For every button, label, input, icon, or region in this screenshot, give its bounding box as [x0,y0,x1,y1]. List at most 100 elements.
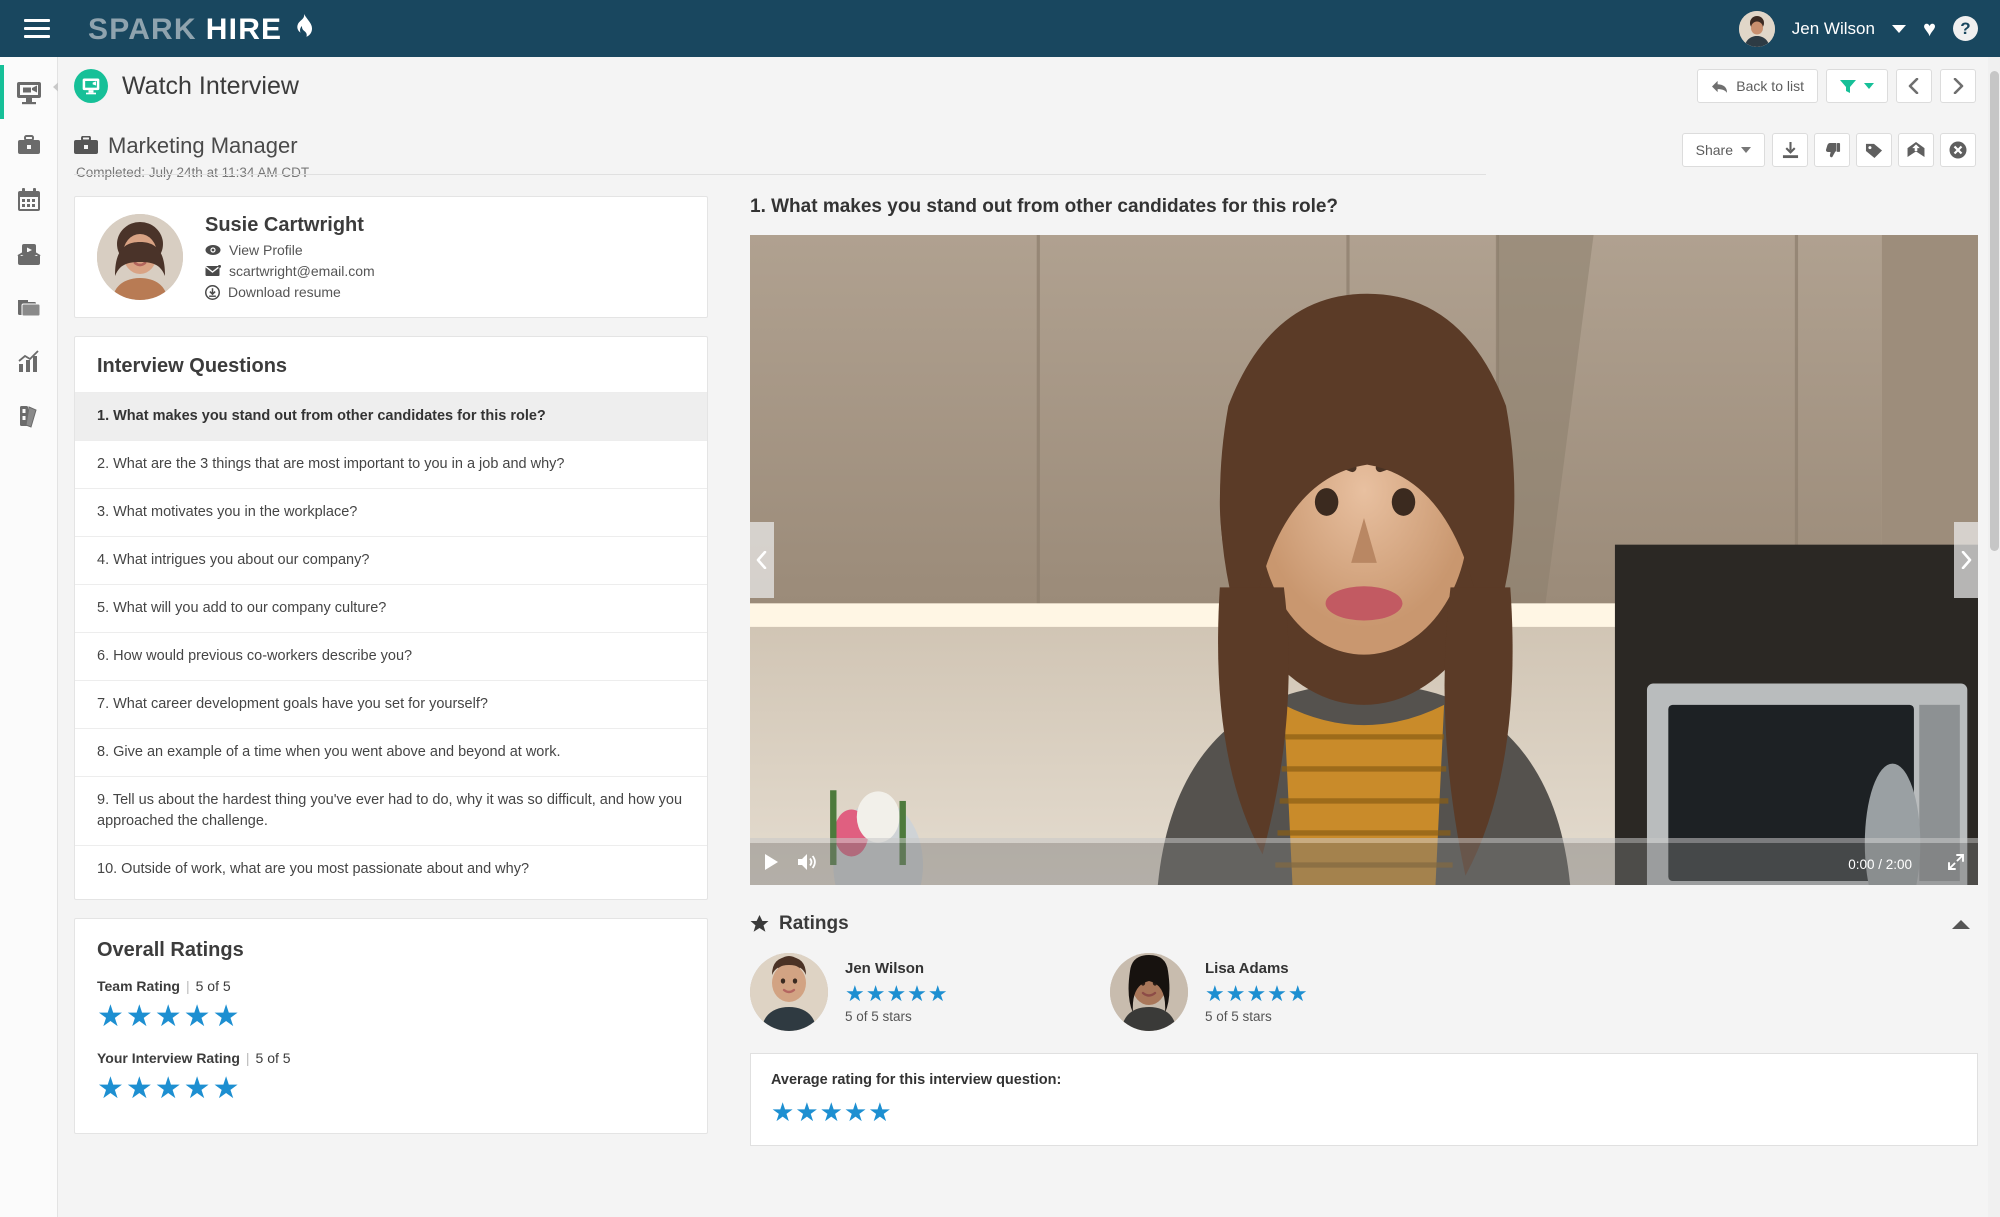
team-rating-stars: ★★★★★ [97,998,685,1036]
rater-name: Jen Wilson [845,960,949,977]
envelope-icon [1907,142,1925,158]
question-list-item[interactable]: 7. What career development goals have yo… [75,680,707,728]
question-list-item[interactable]: 1. What makes you stand out from other c… [75,392,707,440]
main-content: Watch Interview Back to list [58,57,2000,1217]
average-rating-box: Average rating for this interview questi… [750,1053,1978,1146]
average-rating-stars: ★★★★★ [771,1096,1957,1129]
eye-icon [205,244,221,256]
send-email-button[interactable] [1898,133,1934,167]
question-list-item[interactable]: 10. Outside of work, what are you most p… [75,845,707,893]
download-circle-icon [205,285,220,300]
envelope-icon [205,265,221,277]
video-progress-bar[interactable] [750,838,1978,843]
user-name-label: Jen Wilson [1792,19,1875,39]
briefcase-icon [74,136,98,157]
question-list-item[interactable]: 9. Tell us about the hardest thing you'v… [75,776,707,845]
chevron-down-icon [1741,147,1751,153]
watch-interview-icon [74,69,108,103]
overall-ratings-heading: Overall Ratings [97,939,685,962]
next-interview-button[interactable] [1940,69,1976,103]
view-profile-link[interactable]: View Profile [205,242,375,258]
current-question-heading: 1. What makes you stand out from other c… [750,196,1978,218]
share-button[interactable]: Share [1682,133,1765,167]
back-to-list-label: Back to list [1736,78,1804,94]
right-column: 1. What makes you stand out from other c… [750,196,1978,1146]
sidebar-item-analytics[interactable] [0,335,58,389]
page-header: Watch Interview Back to list [58,57,2000,115]
avatar[interactable] [1739,11,1775,47]
download-icon [1782,142,1799,159]
chevron-down-icon [1864,83,1874,89]
question-list-item[interactable]: 8. Give an example of a time when you we… [75,728,707,776]
question-list-item[interactable]: 4. What intrigues you about our company? [75,536,707,584]
question-list-item[interactable]: 3. What motivates you in the workplace? [75,488,707,536]
logo-spark-text: SPARK [88,13,197,47]
team-rating-value: 5 of 5 [196,978,231,994]
job-actions: Share [1682,133,1976,167]
candidate-email[interactable]: scartwright@email.com [205,263,375,279]
your-rating-stars[interactable]: ★★★★★ [97,1070,685,1108]
logo-hire-text: HIRE [206,13,282,47]
rater-item: Jen Wilson ★★★★★ 5 of 5 stars [750,953,1110,1031]
rater-photo [750,953,828,1031]
job-icon-actions [1772,133,1976,167]
thumbs-down-icon [1824,142,1841,159]
sidebar-item-video-interview[interactable] [0,65,58,119]
sidebar-item-folders[interactable] [0,281,58,335]
view-profile-label: View Profile [229,242,303,258]
star-icon [750,915,769,933]
question-list-item[interactable]: 6. How would previous co-workers describ… [75,632,707,680]
video-player[interactable]: 0:00 / 2:00 [750,235,1978,885]
left-column: Susie Cartwright View Profile scartwrigh… [74,196,708,1134]
page-scrollbar[interactable] [1988,57,2000,1217]
rater-stars[interactable]: ★★★★★ [1205,980,1309,1008]
question-list-item[interactable]: 5. What will you add to our company cult… [75,584,707,632]
spark-hire-logo[interactable]: SPARK HIRE [88,11,316,47]
filter-button[interactable] [1826,69,1888,103]
sidebar-item-calendar[interactable] [0,173,58,227]
overall-ratings-card: Overall Ratings Team Rating|5 of 5 ★★★★★… [74,918,708,1134]
previous-interview-button[interactable] [1896,69,1932,103]
tag-icon [1865,142,1883,159]
video-time-display: 0:00 / 2:00 [1848,857,1912,872]
help-icon[interactable]: ? [1953,16,1978,41]
your-rating-label: Your Interview Rating|5 of 5 [97,1050,685,1066]
job-row: Marketing Manager Completed: July 24th a… [58,115,2000,180]
cancel-icon [1949,141,1967,159]
hamburger-icon[interactable] [8,19,66,38]
job-title-row: Marketing Manager [74,133,309,159]
sidebar-item-inbox-play[interactable] [0,227,58,281]
heart-icon[interactable]: ♥ [1923,18,1936,40]
volume-icon[interactable] [797,853,816,876]
interview-questions-list: 1. What makes you stand out from other c… [75,392,707,893]
rater-item: Lisa Adams ★★★★★ 5 of 5 stars [1110,953,1470,1031]
chevron-down-icon[interactable] [1892,25,1906,33]
download-resume-label: Download resume [228,284,341,300]
job-completed-timestamp: Completed: July 24th at 11:34 AM CDT [76,165,309,180]
team-rating-label: Team Rating|5 of 5 [97,978,685,994]
share-label: Share [1696,142,1733,158]
scrollbar-thumb[interactable] [1990,71,1999,551]
play-icon[interactable] [764,853,779,876]
previous-question-arrow[interactable] [750,522,774,598]
back-to-list-button[interactable]: Back to list [1697,69,1818,103]
thumbs-down-button[interactable] [1814,133,1850,167]
question-list-item[interactable]: 2. What are the 3 things that are most i… [75,440,707,488]
rater-stars[interactable]: ★★★★★ [845,980,949,1008]
your-rating-value: 5 of 5 [256,1050,291,1066]
next-question-arrow[interactable] [1954,522,1978,598]
team-rating-name: Team Rating [97,978,180,994]
cancel-button[interactable] [1940,133,1976,167]
ratings-collapse-toggle[interactable] [1952,920,1970,929]
download-button[interactable] [1772,133,1808,167]
sidebar-item-jobs[interactable] [0,119,58,173]
video-frame [750,235,1978,885]
sidebar-item-branding[interactable] [0,389,58,443]
app-root: SPARK HIRE Jen Wilson ♥ ? [0,0,2000,1217]
rater-summary: 5 of 5 stars [1205,1009,1309,1024]
fullscreen-icon[interactable] [1948,854,1964,875]
your-rating-name: Your Interview Rating [97,1050,240,1066]
tag-button[interactable] [1856,133,1892,167]
download-resume-link[interactable]: Download resume [205,284,375,300]
interview-questions-heading: Interview Questions [75,355,707,392]
